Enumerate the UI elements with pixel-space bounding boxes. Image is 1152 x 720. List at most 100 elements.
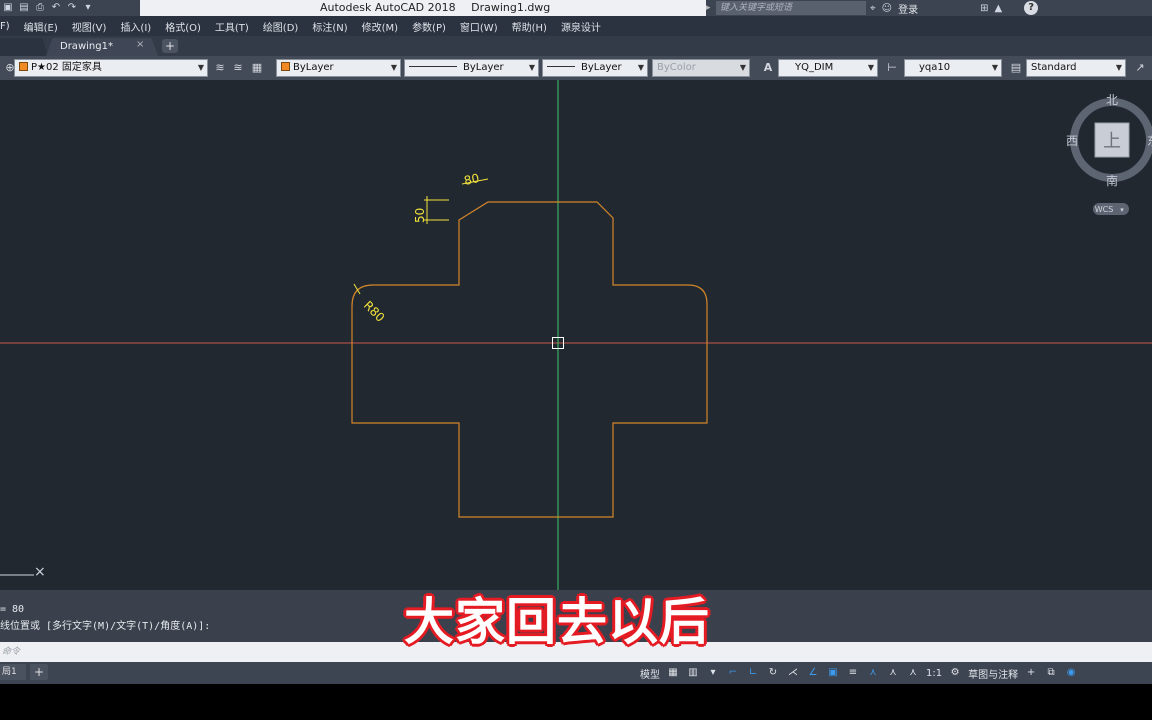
linetype-dropdown[interactable]: ByLayer ▼: [404, 59, 539, 77]
annotation-scale-value[interactable]: 1:1: [926, 668, 942, 679]
dim-style-icon[interactable]: ⊢: [884, 60, 900, 76]
save-as-icon[interactable]: ▤: [18, 2, 30, 14]
menu-item-yuanquan[interactable]: 源泉设计: [561, 19, 601, 34]
drawing-svg[interactable]: R80 80 50 ×: [0, 80, 1152, 590]
chevron-down-icon: ▼: [197, 63, 204, 72]
text-style-icon[interactable]: A: [760, 60, 776, 76]
title-right-icons: ⌖ ☺ 登录 ⊞ ▲ ?: [870, 0, 1039, 16]
side-dimension-text[interactable]: 50: [413, 208, 427, 223]
compass-west-label[interactable]: 西: [1066, 134, 1078, 148]
object-snap-icon[interactable]: ▣: [826, 666, 840, 680]
cross-shape-outline[interactable]: [351, 201, 708, 518]
menu-item-draw[interactable]: 绘图(D): [263, 19, 299, 34]
dropdown-arrow-icon[interactable]: ▾: [82, 2, 94, 14]
chevron-down-icon: ▾: [1120, 206, 1124, 214]
dim-style-dropdown-value: yqa10: [919, 62, 951, 73]
ortho-icon[interactable]: ∟: [746, 666, 760, 680]
color-swatch: [281, 62, 290, 71]
viewcube[interactable]: 上 北 南 西 东 WCS ▾: [1066, 90, 1152, 220]
search-input[interactable]: 键入关键字或短语: [716, 1, 866, 15]
file-title: Drawing1.dwg: [471, 1, 551, 14]
menu-item-modify[interactable]: 修改(M): [362, 19, 398, 34]
table-style-icon[interactable]: ▤: [1008, 60, 1024, 76]
menu-item-format[interactable]: 格式(O): [165, 19, 201, 34]
menu-item-edit[interactable]: 编辑(E): [24, 19, 58, 34]
save-icon[interactable]: ▣: [2, 2, 14, 14]
auto-scale-icon[interactable]: ⋏: [886, 666, 900, 680]
menu-item-help[interactable]: 帮助(H): [512, 19, 547, 34]
close-icon[interactable]: ×: [136, 39, 144, 50]
radius-dimension-text[interactable]: R80: [361, 298, 388, 325]
annotation-scale-icon[interactable]: ⋏: [906, 666, 920, 680]
tab-start[interactable]: [0, 38, 48, 56]
menu-item-view[interactable]: 视图(V): [72, 19, 107, 34]
status-bar-tools: 模型 ▦ ▥ ▾ ⌐ ∟ ↻ ⋌ ∠ ▣ ≡ ⋏ ⋏ ⋏ 1:1 ⚙ 草图与注释…: [640, 662, 1078, 684]
menu-item-insert[interactable]: 插入(I): [120, 19, 151, 34]
workspace-switch[interactable]: 草图与注释: [968, 666, 1018, 681]
match-layer-icon[interactable]: ≊: [230, 60, 246, 76]
chevron-down-icon: ▼: [991, 63, 998, 72]
linetype-preview: [409, 66, 457, 67]
top-dimension-text[interactable]: 80: [463, 171, 481, 188]
viewcube-svg[interactable]: 上 北 南 西 东 WCS ▾: [1066, 90, 1152, 220]
isodraft-icon[interactable]: ⋌: [786, 666, 800, 680]
autodesk-a360-icon[interactable]: ▲: [994, 3, 1002, 14]
make-current-layer-icon[interactable]: ≋: [212, 60, 228, 76]
table-style-dropdown[interactable]: Standard ▼: [1026, 59, 1126, 77]
model-space-button[interactable]: 模型: [640, 666, 660, 681]
drawing-canvas[interactable]: R80 80 50 × 上 北 南 西 东 WCS ▾: [0, 80, 1152, 590]
ucs-icon-x-mark: ×: [34, 564, 46, 580]
lineweight-icon[interactable]: ≡: [846, 666, 860, 680]
object-snap-tracking-icon[interactable]: ∠: [806, 666, 820, 680]
tab-layout1[interactable]: 局1: [0, 664, 26, 680]
chevron-down-icon: ▼: [1115, 63, 1122, 72]
hardware-acceleration-icon[interactable]: ◉: [1064, 666, 1078, 680]
text-style-dropdown[interactable]: YQ_DIM ▼: [778, 59, 878, 77]
compass-east-label[interactable]: 东: [1147, 134, 1152, 148]
help-button[interactable]: ?: [1024, 1, 1039, 15]
menu-item-parametric[interactable]: 参数(P): [412, 19, 446, 34]
annotation-visibility-icon[interactable]: ⋏: [866, 666, 880, 680]
plus-icon[interactable]: +: [1024, 666, 1038, 680]
undo-icon[interactable]: ↶: [50, 2, 62, 14]
properties-toolbar: ⊕ P★02 固定家具 ▼ ≋ ≊ ▦ ByLayer ▼ ByLayer ▼ …: [0, 56, 1152, 80]
cart-icon[interactable]: ⊞: [980, 3, 988, 14]
video-subtitle: 大家回去以后: [404, 593, 710, 651]
grid-icon[interactable]: ▦: [666, 666, 680, 680]
print-icon[interactable]: ⎙: [34, 2, 46, 14]
viewcube-top-label: 上: [1103, 131, 1121, 152]
multileader-style-icon[interactable]: ↗: [1132, 60, 1148, 76]
layer-dropdown[interactable]: P★02 固定家具 ▼: [14, 59, 208, 77]
menu-item-tools[interactable]: 工具(T): [215, 19, 249, 34]
wcs-label: WCS: [1095, 205, 1114, 214]
menu-item-window[interactable]: 窗口(W): [460, 19, 498, 34]
dropdown-arrow-icon[interactable]: ▾: [706, 666, 720, 680]
infer-constraints-icon[interactable]: ⌐: [726, 666, 740, 680]
gear-icon[interactable]: ⚙: [948, 666, 962, 680]
menu-item-file[interactable]: F): [0, 21, 10, 32]
new-tab-button[interactable]: +: [162, 39, 178, 53]
file-tab-bar: Drawing1* × +: [0, 36, 1152, 56]
bottom-letterbox: [0, 684, 1152, 720]
compass-south-label[interactable]: 南: [1106, 173, 1118, 188]
redo-icon[interactable]: ↷: [66, 2, 78, 14]
layer-previous-icon[interactable]: ▦: [249, 60, 265, 76]
user-icon[interactable]: ☺: [882, 3, 892, 14]
linetype-dropdown-value: ByLayer: [463, 62, 504, 73]
dim-style-dropdown[interactable]: yqa10 ▼: [904, 59, 1002, 77]
menu-item-dimension[interactable]: 标注(N): [312, 19, 347, 34]
text-style-dropdown-value: YQ_DIM: [795, 62, 834, 73]
polar-icon[interactable]: ↻: [766, 666, 780, 680]
binoculars-icon[interactable]: ⌖: [870, 3, 876, 14]
login-link[interactable]: 登录: [898, 1, 918, 16]
add-layout-button[interactable]: +: [30, 664, 48, 680]
title-bar: ▣ ▤ ⎙ ↶ ↷ ▾ Autodesk AutoCAD 2018 Drawin…: [0, 0, 1152, 16]
snap-icon[interactable]: ▥: [686, 666, 700, 680]
plotstyle-dropdown: ByColor ▼: [652, 59, 750, 77]
color-dropdown[interactable]: ByLayer ▼: [276, 59, 401, 77]
layer-color-swatch: [19, 62, 28, 71]
search-arrow-icon[interactable]: ▸: [706, 0, 716, 16]
isolate-objects-icon[interactable]: ⧉: [1044, 666, 1058, 680]
lineweight-dropdown[interactable]: ByLayer ▼: [542, 59, 648, 77]
compass-north-label[interactable]: 北: [1106, 93, 1118, 107]
